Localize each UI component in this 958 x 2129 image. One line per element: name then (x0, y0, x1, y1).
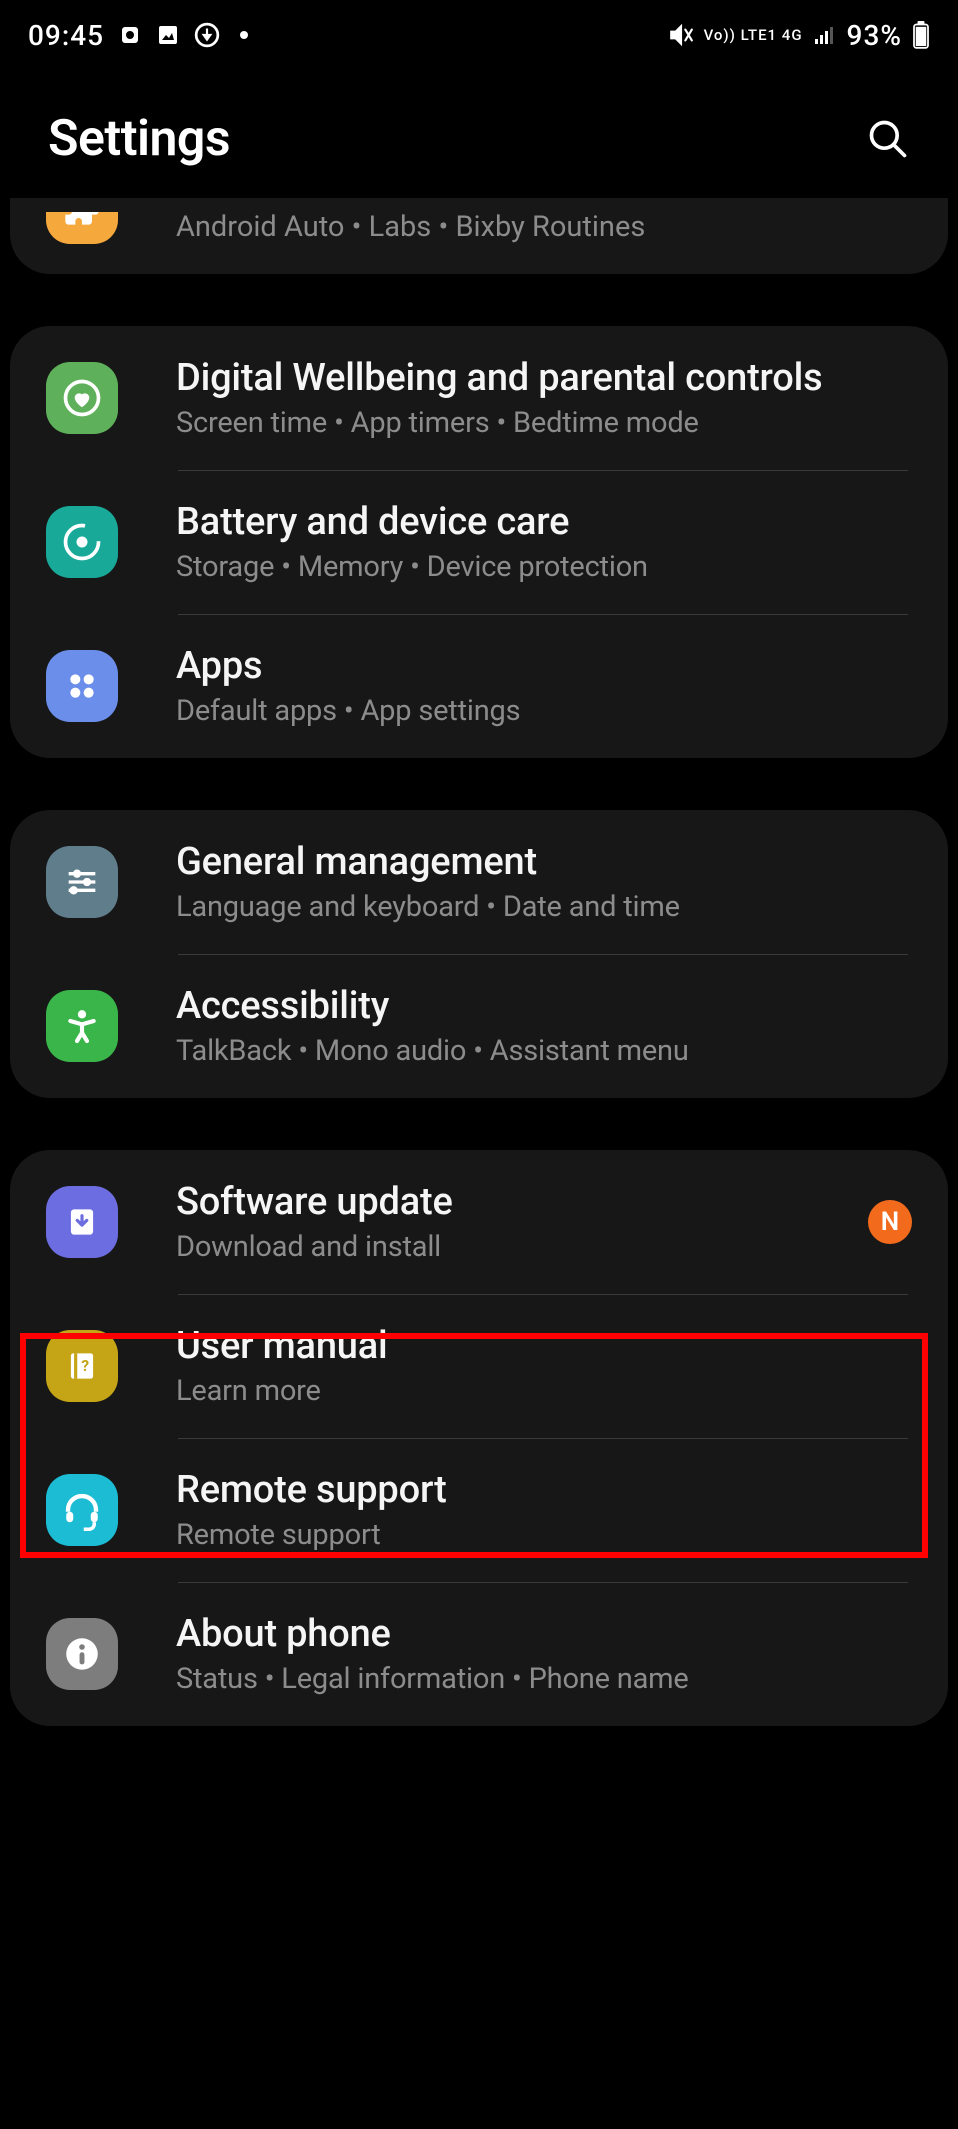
puzzle-icon (46, 198, 118, 244)
settings-group: Software update Download and install N ?… (10, 1150, 948, 1726)
settings-item-subtitle: TalkBack • Mono audio • Assistant menu (176, 1034, 912, 1068)
headset-icon (46, 1474, 118, 1546)
settings-group: General management Language and keyboard… (10, 810, 948, 1098)
search-icon (866, 117, 910, 161)
manual-book-icon: ? (46, 1330, 118, 1402)
search-button[interactable] (866, 117, 910, 161)
settings-item-accessibility[interactable]: Accessibility TalkBack • Mono audio • As… (10, 954, 948, 1098)
settings-item-subtitle: Download and install (176, 1230, 854, 1264)
settings-item-title: Remote support (176, 1468, 912, 1512)
settings-item-apps[interactable]: Apps Default apps • App settings (10, 614, 948, 758)
sliders-icon (46, 846, 118, 918)
status-battery-percent: 93% (847, 19, 902, 52)
status-signal-icon (813, 23, 837, 47)
settings-item-subtitle: Status • Legal information • Phone name (176, 1662, 912, 1696)
apps-grid-icon (46, 650, 118, 722)
settings-group: Android Auto • Labs • Bixby Routines (10, 198, 948, 274)
heart-circle-icon (46, 362, 118, 434)
settings-item-subtitle: Language and keyboard • Date and time (176, 890, 912, 924)
settings-item-user-manual[interactable]: ? User manual Learn more (10, 1294, 948, 1438)
settings-item-title: General management (176, 840, 912, 884)
info-icon (46, 1618, 118, 1690)
settings-item-subtitle: Screen time • App timers • Bedtime mode (176, 406, 912, 440)
refresh-circle-icon (46, 506, 118, 578)
svg-text:?: ? (81, 1356, 89, 1375)
settings-item-general-management[interactable]: General management Language and keyboard… (10, 810, 948, 954)
settings-item-subtitle: Remote support (176, 1518, 912, 1552)
settings-item-subtitle: Storage • Memory • Device protection (176, 550, 912, 584)
status-more-dot (240, 31, 248, 39)
status-picture-icon (156, 23, 180, 47)
settings-item-remote-support[interactable]: Remote support Remote support (10, 1438, 948, 1582)
status-battery-icon (912, 21, 930, 49)
status-bar: 09:45 Vo)) LTE1 4G 93% (0, 0, 958, 70)
page-title: Settings (48, 110, 230, 168)
settings-item-title: About phone (176, 1612, 912, 1656)
settings-item-title: Accessibility (176, 984, 912, 1028)
accessibility-person-icon (46, 990, 118, 1062)
settings-item-subtitle: Default apps • App settings (176, 694, 912, 728)
settings-item-title: Software update (176, 1180, 854, 1224)
settings-item-title: Apps (176, 644, 912, 688)
status-mute-icon (668, 22, 694, 48)
settings-item-advanced-features[interactable]: Android Auto • Labs • Bixby Routines (10, 198, 948, 274)
settings-item-title: Digital Wellbeing and parental controls (176, 356, 912, 400)
status-time: 09:45 (28, 19, 104, 52)
settings-header: Settings (0, 70, 958, 198)
settings-group: Digital Wellbeing and parental controls … (10, 326, 948, 758)
status-right: Vo)) LTE1 4G 93% (668, 19, 930, 52)
software-update-icon (46, 1186, 118, 1258)
status-update-icon (194, 22, 220, 48)
notification-badge: N (868, 1200, 912, 1244)
status-app-icon-1 (118, 23, 142, 47)
settings-item-about-phone[interactable]: About phone Status • Legal information •… (10, 1582, 948, 1726)
settings-item-title: Battery and device care (176, 500, 912, 544)
settings-scroll-content[interactable]: Android Auto • Labs • Bixby Routines Dig… (0, 198, 958, 1726)
status-network-label: Vo)) LTE1 4G (704, 28, 803, 43)
settings-item-digital-wellbeing[interactable]: Digital Wellbeing and parental controls … (10, 326, 948, 470)
settings-item-title: User manual (176, 1324, 912, 1368)
settings-item-subtitle: Learn more (176, 1374, 912, 1408)
settings-item-software-update[interactable]: Software update Download and install N (10, 1150, 948, 1294)
settings-item-battery-device-care[interactable]: Battery and device care Storage • Memory… (10, 470, 948, 614)
status-left: 09:45 (28, 19, 248, 52)
settings-item-subtitle: Android Auto • Labs • Bixby Routines (176, 202, 645, 244)
